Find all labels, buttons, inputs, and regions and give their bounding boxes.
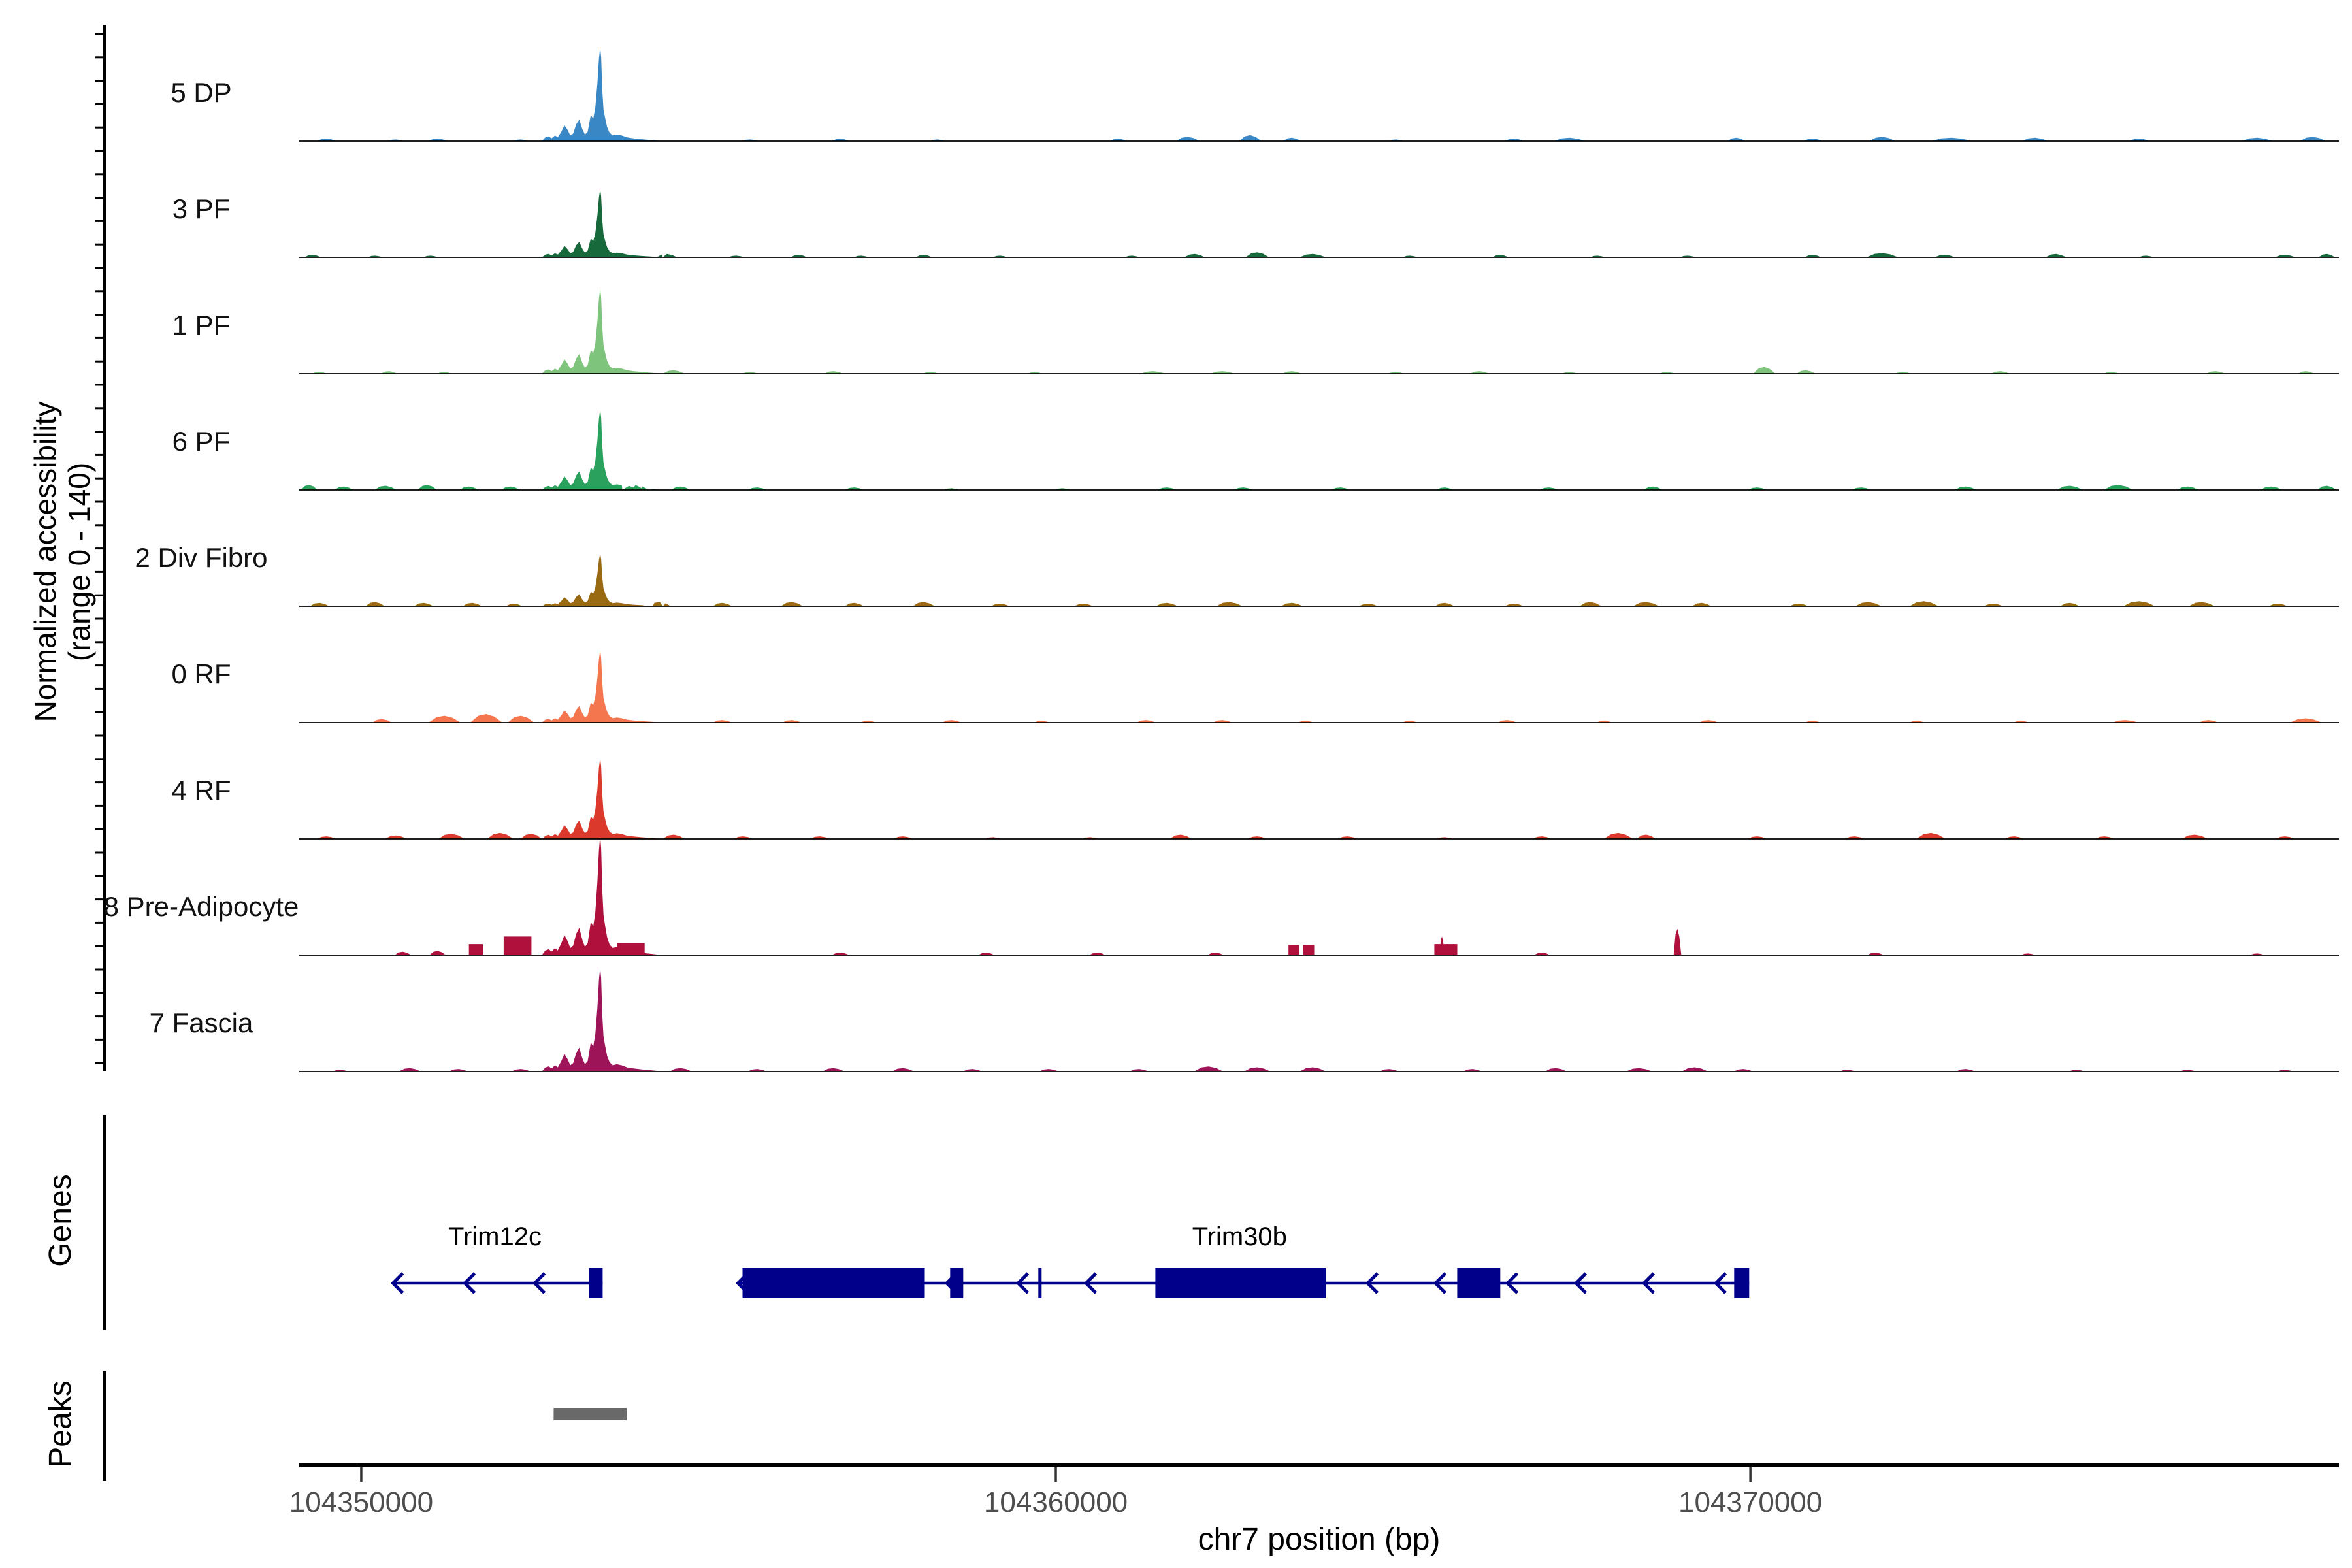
- peaks-section-label: Peaks: [43, 1380, 78, 1467]
- coverage-track: 7 Fascia: [150, 968, 2339, 1071]
- genome-browser-svg: Normalized accessibility (range 0 - 140)…: [0, 0, 2352, 1568]
- coverage-plot-figure: Normalized accessibility (range 0 - 140)…: [0, 0, 2352, 1568]
- coverage-block: [1288, 945, 1299, 955]
- y-axis-label-line1: Normalized accessibility: [28, 402, 62, 723]
- y-axis-label-line2: (range 0 - 140): [62, 463, 96, 661]
- coverage-area: [299, 48, 2339, 141]
- coverage-track: 5 DP: [171, 48, 2339, 141]
- coverage-track: 4 RF: [171, 759, 2339, 840]
- track-label: 0 RF: [171, 659, 231, 689]
- coverage-area: [299, 759, 2339, 840]
- x-axis-tick-label: 104370000: [1678, 1486, 1822, 1518]
- peak-annotations: [553, 1408, 627, 1420]
- coverage-track: 1 PF: [172, 289, 2339, 374]
- coverage-track: 6 PF: [172, 410, 2339, 491]
- gene-exon: [1155, 1268, 1326, 1298]
- coverage-block: [1434, 944, 1457, 955]
- coverage-track: 3 PF: [172, 189, 2339, 257]
- coverage-track: 2 Div Fibro: [135, 542, 2339, 606]
- coverage-tracks: 5 DP 3 PF 1 PF 6 PF 2 Div Fibro 0 RF 4 RF 8 Pre…: [104, 48, 2339, 1071]
- gene-name-label: Trim30b: [1192, 1222, 1287, 1251]
- coverage-block: [1303, 945, 1315, 955]
- track-label: 2 Div Fibro: [135, 542, 267, 573]
- coverage-track: 0 RF: [171, 651, 2339, 723]
- coverage-area: [299, 289, 2339, 374]
- gene-exon: [743, 1268, 925, 1298]
- x-axis: 104350000 104360000 104370000: [289, 1465, 2339, 1518]
- coverage-area: [299, 968, 2339, 1071]
- peak-bar: [553, 1408, 627, 1420]
- coverage-area: [299, 553, 2339, 606]
- x-axis-title: chr7 position (bp): [1198, 1522, 1441, 1557]
- track-label: 7 Fascia: [150, 1007, 253, 1038]
- coverage-block: [504, 936, 532, 955]
- track-label: 3 PF: [172, 193, 231, 224]
- gene-models: Trim12c Trim30b: [393, 1222, 1750, 1298]
- track-label: 4 RF: [171, 775, 231, 806]
- coverage-area: [299, 836, 2339, 955]
- x-axis-tick-label: 104360000: [984, 1486, 1128, 1518]
- track-label: 1 PF: [172, 310, 231, 340]
- coverage-area: [299, 410, 2339, 491]
- left-axis-brackets: [95, 25, 105, 1481]
- gene-exon: [589, 1268, 603, 1298]
- coverage-area: [299, 651, 2339, 723]
- gene-name-label: Trim12c: [448, 1222, 542, 1251]
- coverage-area: [299, 189, 2339, 257]
- genes-section-label: Genes: [43, 1174, 78, 1266]
- track-label: 6 PF: [172, 426, 231, 457]
- gene-exon: [1038, 1268, 1041, 1298]
- x-axis-tick-label: 104350000: [289, 1486, 433, 1518]
- track-label: 5 DP: [171, 77, 231, 108]
- gene-exon: [1457, 1268, 1500, 1298]
- gene-model: Trim30b: [738, 1222, 1750, 1298]
- coverage-block: [469, 944, 483, 955]
- gene-exon: [1734, 1268, 1749, 1298]
- coverage-track: 8 Pre-Adipocyte: [104, 836, 2339, 955]
- gene-exon: [950, 1268, 963, 1298]
- track-label: 8 Pre-Adipocyte: [104, 891, 299, 922]
- gene-model: Trim12c: [393, 1222, 603, 1298]
- coverage-block: [617, 943, 645, 955]
